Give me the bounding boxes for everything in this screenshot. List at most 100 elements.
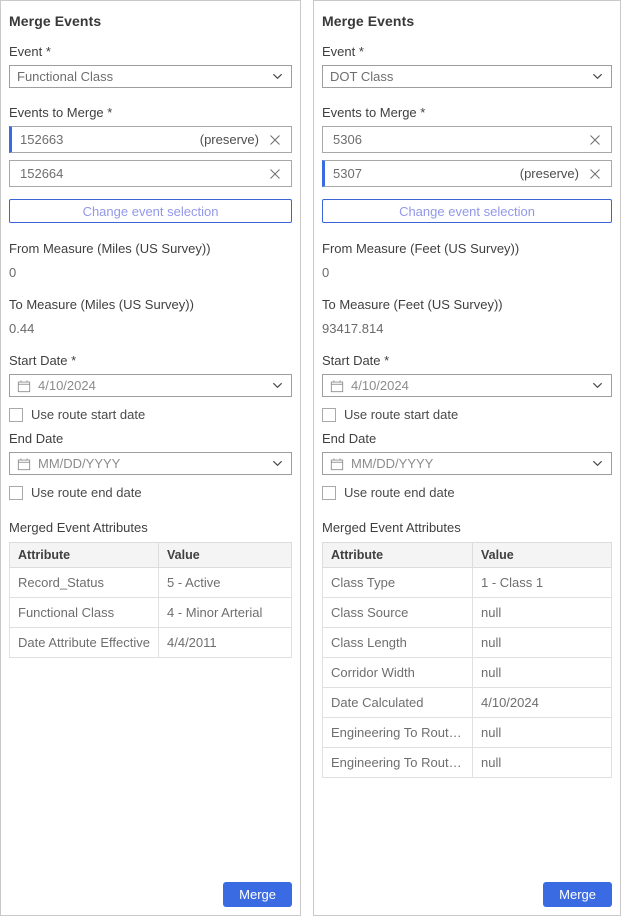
use-route-end-date-checkbox-row[interactable]: Use route end date <box>9 485 292 500</box>
use-route-start-date-checkbox-row[interactable]: Use route start date <box>322 407 612 422</box>
value-cell: 4/4/2011 <box>159 628 292 658</box>
from-measure-value: 0 <box>9 265 292 280</box>
merged-event-attributes-title: Merged Event Attributes <box>322 520 612 535</box>
use-route-start-date-checkbox-row[interactable]: Use route start date <box>9 407 292 422</box>
merged-event-attributes-title: Merged Event Attributes <box>9 520 292 535</box>
chevron-down-icon <box>271 457 284 470</box>
attribute-cell: Engineering To RouteID <box>323 718 473 748</box>
value-column-header: Value <box>159 543 292 568</box>
chevron-down-icon <box>591 457 604 470</box>
table-row: Engineering To Route ...null <box>323 748 612 778</box>
attribute-cell: Record_Status <box>10 568 159 598</box>
table-row: Date Attribute Effective4/4/2011 <box>10 628 292 658</box>
value-cell: 1 - Class 1 <box>473 568 612 598</box>
table-header-row: Attribute Value <box>10 543 292 568</box>
use-route-end-date-label: Use route end date <box>31 485 142 500</box>
to-measure-label: To Measure (Miles (US Survey)) <box>9 297 292 312</box>
start-date-picker[interactable]: 4/10/2024 <box>322 374 612 397</box>
table-row: Class Sourcenull <box>323 598 612 628</box>
event-label: Event * <box>322 44 612 59</box>
attribute-cell: Date Calculated <box>323 688 473 718</box>
change-event-selection-button[interactable]: Change event selection <box>9 199 292 223</box>
page-title: Merge Events <box>322 13 612 29</box>
page-title: Merge Events <box>9 13 292 29</box>
remove-event-icon[interactable] <box>267 166 283 182</box>
merge-button[interactable]: Merge <box>543 882 612 907</box>
remove-event-icon[interactable] <box>267 132 283 148</box>
table-row: Class Type1 - Class 1 <box>323 568 612 598</box>
use-route-start-date-label: Use route start date <box>344 407 458 422</box>
value-cell: null <box>473 658 612 688</box>
attribute-cell: Class Length <box>323 628 473 658</box>
start-date-value: 4/10/2024 <box>351 378 584 393</box>
checkbox-unchecked[interactable] <box>9 486 23 500</box>
value-cell: 4 - Minor Arterial <box>159 598 292 628</box>
end-date-picker[interactable]: MM/DD/YYYY <box>322 452 612 475</box>
event-id-value: 152663 <box>20 132 200 147</box>
table-row: Class Lengthnull <box>323 628 612 658</box>
event-label: Event * <box>9 44 292 59</box>
event-to-merge-input[interactable]: 5307 (preserve) <box>322 160 612 187</box>
table-row: Date Calculated4/10/2024 <box>323 688 612 718</box>
checkbox-unchecked[interactable] <box>322 408 336 422</box>
use-route-end-date-label: Use route end date <box>344 485 455 500</box>
table-row: Functional Class4 - Minor Arterial <box>10 598 292 628</box>
event-select-value: DOT Class <box>330 69 591 84</box>
attribute-cell: Functional Class <box>10 598 159 628</box>
chevron-down-icon <box>271 379 284 392</box>
use-route-end-date-checkbox-row[interactable]: Use route end date <box>322 485 612 500</box>
end-date-placeholder: MM/DD/YYYY <box>38 456 264 471</box>
value-cell: 5 - Active <box>159 568 292 598</box>
end-date-picker[interactable]: MM/DD/YYYY <box>9 452 292 475</box>
preserve-tag: (preserve) <box>200 132 259 147</box>
value-cell: null <box>473 718 612 748</box>
attribute-cell: Engineering To Route ... <box>323 748 473 778</box>
to-measure-value: 0.44 <box>9 321 292 336</box>
checkbox-unchecked[interactable] <box>322 486 336 500</box>
calendar-icon <box>17 379 31 393</box>
end-date-label: End Date <box>322 431 612 446</box>
remove-event-icon[interactable] <box>587 132 603 148</box>
checkbox-unchecked[interactable] <box>9 408 23 422</box>
panel-footer: Merge <box>9 882 292 909</box>
panel-footer: Merge <box>322 882 612 909</box>
change-event-selection-button[interactable]: Change event selection <box>322 199 612 223</box>
chevron-down-icon <box>271 70 284 83</box>
value-column-header: Value <box>473 543 612 568</box>
chevron-down-icon <box>591 379 604 392</box>
event-select-value: Functional Class <box>17 69 271 84</box>
calendar-icon <box>330 457 344 471</box>
attribute-cell: Date Attribute Effective <box>10 628 159 658</box>
attribute-cell: Class Type <box>323 568 473 598</box>
event-id-value: 5306 <box>333 132 579 147</box>
remove-event-icon[interactable] <box>587 166 603 182</box>
from-measure-label: From Measure (Miles (US Survey)) <box>9 241 292 256</box>
event-select[interactable]: Functional Class <box>9 65 292 88</box>
table-row: Engineering To RouteIDnull <box>323 718 612 748</box>
event-to-merge-input[interactable]: 152663 (preserve) <box>9 126 292 153</box>
event-select[interactable]: DOT Class <box>322 65 612 88</box>
value-cell: 4/10/2024 <box>473 688 612 718</box>
merge-button[interactable]: Merge <box>223 882 292 907</box>
start-date-label: Start Date * <box>9 353 292 368</box>
value-cell: null <box>473 748 612 778</box>
attribute-cell: Corridor Width <box>323 658 473 688</box>
use-route-start-date-label: Use route start date <box>31 407 145 422</box>
events-to-merge-label: Events to Merge * <box>322 105 612 120</box>
preserve-tag: (preserve) <box>520 166 579 181</box>
merged-attributes-table: Attribute Value Record_Status5 - ActiveF… <box>9 542 292 658</box>
start-date-picker[interactable]: 4/10/2024 <box>9 374 292 397</box>
table-header-row: Attribute Value <box>323 543 612 568</box>
value-cell: null <box>473 628 612 658</box>
merge-events-panel-right: Merge Events Event * DOT Class Events to… <box>313 0 621 916</box>
table-row: Record_Status5 - Active <box>10 568 292 598</box>
calendar-icon <box>330 379 344 393</box>
event-to-merge-input[interactable]: 5306 <box>322 126 612 153</box>
start-date-label: Start Date * <box>322 353 612 368</box>
from-measure-label: From Measure (Feet (US Survey)) <box>322 241 612 256</box>
to-measure-value: 93417.814 <box>322 321 612 336</box>
table-row: Corridor Widthnull <box>323 658 612 688</box>
event-id-value: 5307 <box>333 166 520 181</box>
event-to-merge-input[interactable]: 152664 <box>9 160 292 187</box>
chevron-down-icon <box>591 70 604 83</box>
